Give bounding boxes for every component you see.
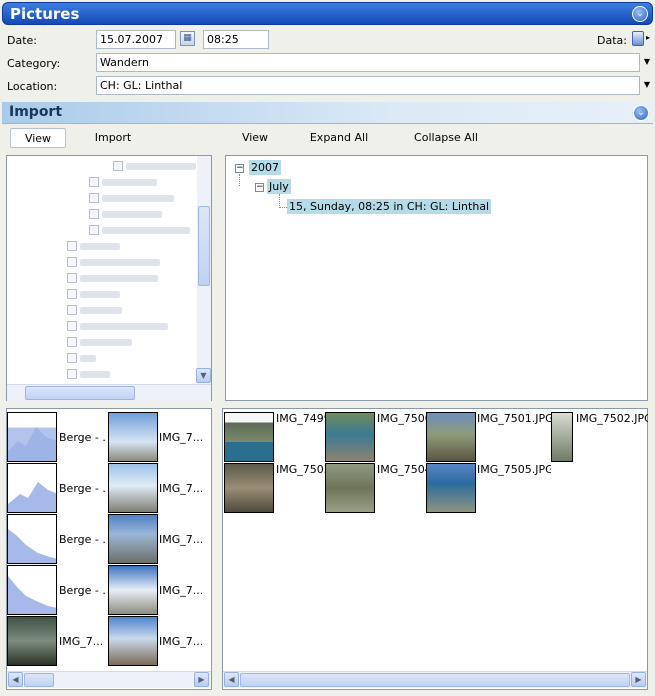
file-caption: IMG_7500 xyxy=(377,412,427,425)
left-file-list-scrollbar[interactable]: ◀ ▶ xyxy=(7,671,211,688)
folder-tree-horizontal-scrollbar[interactable] xyxy=(7,384,211,401)
collapse-import-icon[interactable]: ⌄ xyxy=(633,105,649,121)
category-field[interactable]: Wandern xyxy=(96,53,640,72)
photo-thumbnail[interactable] xyxy=(325,463,375,513)
photo-thumbnail[interactable] xyxy=(108,616,158,666)
photo-thumbnail[interactable] xyxy=(224,412,274,462)
location-dropdown-icon[interactable]: ▼ xyxy=(641,76,653,93)
day-entry-node[interactable]: 15, Sunday, 08:25 in CH: GL: Linthal xyxy=(287,199,492,214)
location-label: Location: xyxy=(7,80,58,93)
file-caption: Berge - ... xyxy=(59,431,105,444)
chart-thumbnail[interactable] xyxy=(7,412,57,462)
left-file-list[interactable]: Berge - ... IMG_7... Berge - ... IMG_7..… xyxy=(6,408,212,690)
collapse-year-icon[interactable]: − xyxy=(235,164,244,173)
data-arrow-icon[interactable]: ▸ xyxy=(646,33,650,42)
import-title: Import xyxy=(9,104,63,120)
photo-thumbnail[interactable] xyxy=(426,412,476,462)
chart-thumbnail[interactable] xyxy=(7,565,57,615)
file-caption: Berge - ... xyxy=(59,533,105,546)
month-node[interactable]: July xyxy=(267,179,291,194)
photo-thumbnail[interactable] xyxy=(325,412,375,462)
category-dropdown-icon[interactable]: ▼ xyxy=(641,53,653,70)
file-caption: IMG_7501.JPG xyxy=(477,412,551,425)
file-caption: Berge - ... xyxy=(59,584,105,597)
file-caption: IMG_7504 xyxy=(377,463,427,476)
file-caption: IMG_7505.JPG xyxy=(477,463,551,476)
file-caption: IMG_7... xyxy=(159,431,204,444)
chart-thumbnail[interactable] xyxy=(7,514,57,564)
date-tree[interactable]: − 2007 − July 15, Sunday, 08:25 in CH: G… xyxy=(225,155,648,401)
photo-thumbnail[interactable] xyxy=(108,565,158,615)
photo-thumbnail[interactable] xyxy=(551,412,573,462)
file-caption: IMG_7502.JPG xyxy=(576,412,648,425)
photo-thumbnail[interactable] xyxy=(7,616,57,666)
folder-tree-vertical-scrollbar[interactable]: ▼ xyxy=(196,156,211,384)
collapse-month-icon[interactable]: − xyxy=(255,183,264,192)
chart-thumbnail[interactable] xyxy=(7,463,57,513)
expand-all-button[interactable]: Expand All xyxy=(308,128,370,148)
year-node[interactable]: 2007 xyxy=(249,160,281,175)
date-field[interactable]: 15.07.2007 xyxy=(96,30,176,49)
date-label: Date: xyxy=(7,34,37,47)
photo-thumbnail[interactable] xyxy=(108,463,158,513)
file-caption: IMG_7... xyxy=(159,482,204,495)
pictures-title: Pictures xyxy=(10,5,80,23)
file-caption: IMG_7... xyxy=(159,533,204,546)
calendar-icon[interactable]: ▦ xyxy=(180,31,195,46)
location-field[interactable]: CH: GL: Linthal xyxy=(96,76,640,95)
time-field[interactable]: 08:25 xyxy=(203,30,269,49)
file-caption: IMG_7503 xyxy=(276,463,326,476)
folder-tree[interactable]: ▼ xyxy=(6,155,212,401)
collapse-pictures-icon[interactable]: ⌄ xyxy=(632,6,648,22)
right-file-list[interactable]: IMG_7499 IMG_7500 IMG_7501.JPG IMG_7502.… xyxy=(222,408,648,690)
file-caption: IMG_7... xyxy=(159,584,204,597)
right-file-list-scrollbar[interactable]: ◀ ▶ xyxy=(223,671,647,688)
photo-thumbnail[interactable] xyxy=(426,463,476,513)
import-title-bar: Import ⌄ xyxy=(2,102,653,124)
category-label: Category: xyxy=(7,57,61,70)
right-view-button[interactable]: View xyxy=(236,128,274,148)
photo-thumbnail[interactable] xyxy=(108,514,158,564)
file-caption: IMG_7... xyxy=(59,635,104,648)
pictures-title-bar: Pictures ⌄ xyxy=(2,2,653,25)
photo-thumbnail[interactable] xyxy=(224,463,274,513)
file-caption: IMG_7... xyxy=(159,635,204,648)
data-label: Data: xyxy=(597,34,627,47)
left-import-button[interactable]: Import xyxy=(90,128,136,148)
calculator-icon[interactable] xyxy=(632,31,644,46)
collapse-all-button[interactable]: Collapse All xyxy=(412,128,480,148)
file-caption: Berge - ... xyxy=(59,482,105,495)
file-caption: IMG_7499 xyxy=(276,412,326,425)
left-view-button[interactable]: View xyxy=(10,128,66,148)
photo-thumbnail[interactable] xyxy=(108,412,158,462)
